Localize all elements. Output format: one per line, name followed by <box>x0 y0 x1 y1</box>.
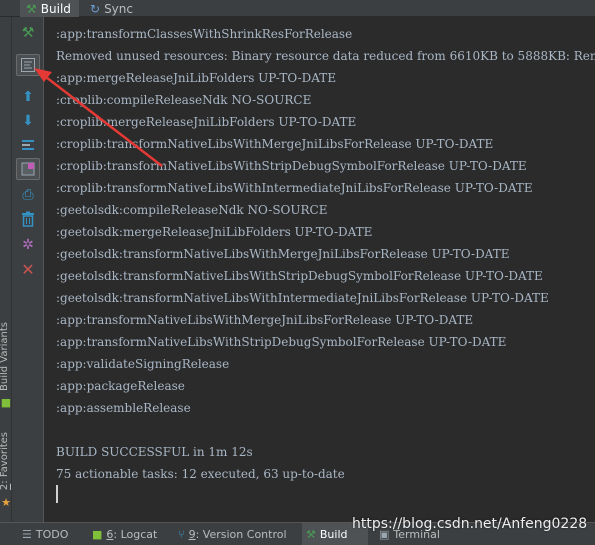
pin-icon[interactable]: ✲ <box>16 234 40 256</box>
todo-icon: ☰ <box>22 527 32 541</box>
console-line: :croplib:transformNativeLibsWithIntermed… <box>56 181 533 195</box>
tab-build-label: Build <box>40 1 71 16</box>
console-line: :geetolsdk:compileReleaseNdk NO-SOURCE <box>56 203 328 217</box>
console-line: :croplib:mergeReleaseJniLibFolders UP-TO… <box>56 115 357 129</box>
version-control-mnemonic: 9 <box>188 527 196 541</box>
export-icon[interactable] <box>16 158 40 180</box>
tool-window-header: ⚒ Build ↻ Sync <box>0 0 595 17</box>
console-line: :geetolsdk:transformNativeLibsWithMergeJ… <box>56 247 510 261</box>
tab-build[interactable]: ⚒ Build <box>20 0 79 17</box>
console-line: :croplib:compileReleaseNdk NO-SOURCE <box>56 93 312 107</box>
hammer-icon: ⚒ <box>26 1 37 16</box>
build-toolbar: ⚒ ⬆ ⬇ ⎙ ✲ ✕ <box>12 17 44 522</box>
console-line: :app:mergeReleaseJniLibFolders UP-TO-DAT… <box>56 71 337 85</box>
console-line: :app:packageRelease <box>56 379 185 393</box>
console-line: :app:transformNativeLibsWithMergeJniLibs… <box>56 313 474 327</box>
tab-logcat[interactable]: ■ 6: Logcat <box>88 523 161 545</box>
console-line: :geetolsdk:transformNativeLibsWithInterm… <box>56 291 549 305</box>
favorites-label: : Favorites <box>0 432 10 484</box>
build-console-output[interactable]: :app:transformClassesWithShrinkResForRel… <box>45 17 595 522</box>
logcat-icon: ■ <box>92 527 103 541</box>
console-line: :geetolsdk:transformNativeLibsWithStripD… <box>56 269 543 283</box>
android-icon: ■ <box>0 396 12 409</box>
toggle-view-icon[interactable] <box>16 54 40 76</box>
version-control-label: : Version Control <box>195 527 287 541</box>
console-line: :app:transformNativeLibsWithStripDebugSy… <box>56 335 507 349</box>
console-line: :geetolsdk:mergeReleaseJniLibFolders UP-… <box>56 225 373 239</box>
tab-sync[interactable]: ↻ Sync <box>84 0 141 17</box>
star-icon: ★ <box>1 496 11 509</box>
hammer-icon: ⚒ <box>306 527 316 541</box>
close-icon[interactable]: ✕ <box>16 259 40 281</box>
console-line: :croplib:transformNativeLibsWithMergeJni… <box>56 137 494 151</box>
up-arrow-icon[interactable]: ⬆ <box>16 86 40 108</box>
down-arrow-icon[interactable]: ⬇ <box>16 110 40 132</box>
trash-icon[interactable] <box>16 208 40 230</box>
sort-icon[interactable] <box>16 134 40 156</box>
sync-icon: ↻ <box>90 1 101 16</box>
build-variants-label: Build Variants <box>0 322 10 391</box>
hammer-icon[interactable]: ⚒ <box>16 22 40 44</box>
tab-sync-label: Sync <box>104 1 133 16</box>
watermark-text: https://blog.csdn.net/Anfeng0228 <box>352 516 588 532</box>
logcat-label: : Logcat <box>113 527 158 541</box>
text-cursor <box>56 485 58 503</box>
console-line: :croplib:transformNativeLibsWithStripDeb… <box>56 159 527 173</box>
console-line: :app:transformClassesWithShrinkResForRel… <box>56 27 353 41</box>
tab-todo[interactable]: ☰ TODO <box>18 523 72 545</box>
left-tool-strip: Build Variants ■ 2: Favorites ★ <box>0 17 12 522</box>
print-icon[interactable]: ⎙ <box>16 184 40 206</box>
console-line: :app:assembleRelease <box>56 401 191 415</box>
version-control-icon: ⑂ <box>178 527 185 541</box>
build-success-line: BUILD SUCCESSFUL in 1m 12s <box>56 445 253 459</box>
tab-version-control[interactable]: ⑂ 9: Version Control <box>174 523 291 545</box>
console-line: Removed unused resources: Binary resourc… <box>56 49 595 63</box>
build-bottom-label: Build <box>319 527 348 541</box>
favorites-mnemonic: 2 <box>0 483 10 491</box>
todo-label: TODO <box>35 527 69 541</box>
console-line: :app:validateSigningRelease <box>56 357 230 371</box>
task-summary-line: 75 actionable tasks: 12 executed, 63 up-… <box>56 467 345 481</box>
